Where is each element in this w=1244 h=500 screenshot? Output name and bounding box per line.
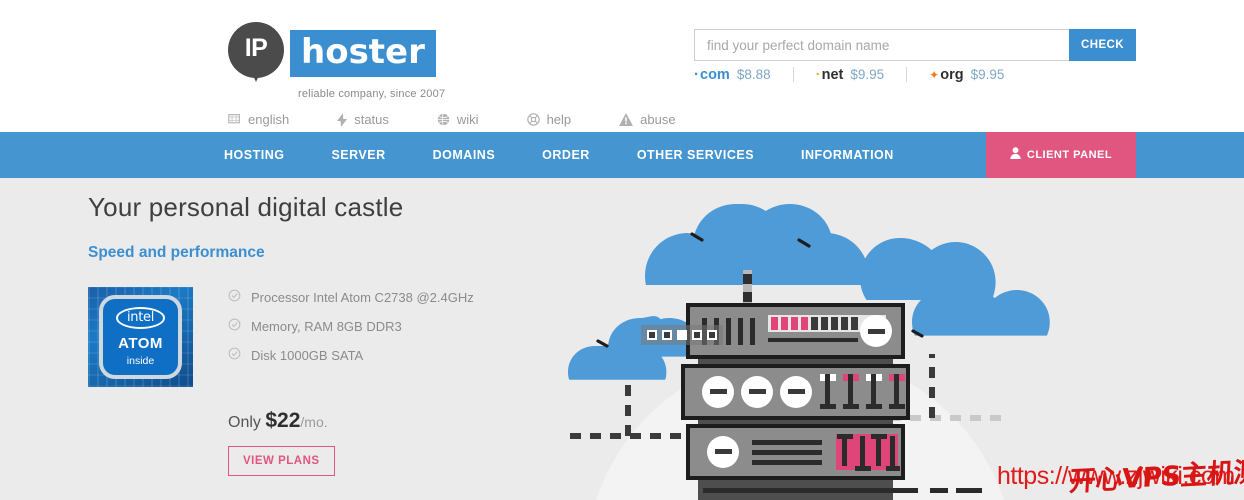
logo-row: IP hoster [228,22,528,84]
hero-subtitle: Speed and performance [88,244,265,261]
carousel-dot-1[interactable] [647,330,657,340]
client-panel-label: CLIENT PANEL [1026,149,1113,161]
price-amount: $22 [265,409,301,432]
toplink-label: english [248,112,290,127]
toplink-wiki[interactable]: wiki [437,112,479,127]
tld-price: $8.88 [736,67,771,82]
nav-item-other-services[interactable]: OTHER SERVICES [637,148,754,162]
tld-price-list: · com $8.88 · net $9.95 ✦ org $9.95 [694,66,1004,83]
logo-tagline: reliable company, since 2007 [298,88,446,100]
feature-item: Processor Intel Atom C2738 @2.4GHz [228,289,474,305]
client-panel-button[interactable]: CLIENT PANEL [986,132,1136,178]
feature-list: Processor Intel Atom C2738 @2.4GHz Memor… [228,287,474,387]
nav-item-server[interactable]: SERVER [331,148,385,162]
main-navigation: HOSTING SERVER DOMAINS ORDER OTHER SERVI… [0,132,1244,178]
toplink-label: help [546,112,572,127]
domain-search: CHECK [694,29,1136,61]
hero-banner: Your personal digital castle Speed and p… [0,178,1244,500]
toplink-help[interactable]: help [526,112,572,127]
tld-dot: ✦ [929,67,940,82]
tld-dot: · [815,66,821,83]
intel-logo-text: intel [115,307,166,329]
carousel-dot-2[interactable] [662,330,672,340]
toplink-label: wiki [456,112,479,127]
atom-text: ATOM [118,335,163,352]
watermark: https://www.zjwiki.com 开心VPS主机测评 [997,455,1244,498]
feature-label: Disk 1000GB SATA [251,347,364,363]
price-line: Only $22/mo. [228,409,558,433]
tld-price: $9.95 [970,66,1005,82]
feature-label: Processor Intel Atom C2738 @2.4GHz [251,289,474,305]
site-logo[interactable]: IP hoster reliable company, since 2007 [228,22,528,100]
divider [906,67,908,82]
tld-price-net[interactable]: · net $9.95 [816,66,885,83]
check-circle-icon [228,318,241,334]
toplink-abuse[interactable]: abuse [619,112,676,127]
tld-price-com[interactable]: · com $8.88 [694,66,771,83]
domain-check-button[interactable]: CHECK [1069,29,1136,61]
domain-search-input[interactable] [694,29,1069,61]
feature-item: Memory, RAM 8GB DDR3 [228,318,474,334]
utility-links: english status wiki help abuse [228,112,676,127]
logo-mark-text: IP [244,34,268,62]
price-period: /mo. [300,414,328,430]
carousel-dot-5[interactable] [707,330,717,340]
logo-wordmark: hoster [290,29,436,77]
nav-item-list: HOSTING SERVER DOMAINS ORDER OTHER SERVI… [224,148,941,162]
site-header: IP hoster reliable company, since 2007 e… [0,0,1244,132]
tld-name: com [700,67,730,83]
lightning-icon [337,112,348,127]
warning-triangle-icon [619,113,634,126]
hero-title: Your personal digital castle [88,192,404,222]
server-unit-middle [681,364,910,420]
nav-item-information[interactable]: INFORMATION [801,148,894,162]
carousel-dot-4[interactable] [692,330,702,340]
tld-price-org[interactable]: ✦ org $9.95 [929,67,1004,83]
flag-icon [228,113,241,126]
check-circle-icon [228,347,241,363]
feature-item: Disk 1000GB SATA [228,347,474,363]
tld-dot: · [694,66,699,83]
server-unit-bottom [686,424,905,480]
divider [792,67,794,82]
lifebuoy-icon [526,113,540,126]
toplink-label: abuse [640,112,676,127]
hero-content: Your personal digital castle Speed and p… [88,192,558,476]
price-prefix: Only [228,414,261,431]
tld-price: $9.95 [850,67,885,82]
tld-name: net [821,67,844,83]
page-root: IP hoster reliable company, since 2007 e… [0,0,1244,500]
hero-specs: intel ATOM inside Processor Intel Atom C… [88,287,558,387]
toplink-english[interactable]: english [228,112,289,127]
globe-icon [437,113,450,126]
view-plans-button[interactable]: VIEW PLANS [228,446,335,476]
feature-label: Memory, RAM 8GB DDR3 [251,318,402,334]
carousel-indicators [641,325,723,345]
user-icon [1010,146,1021,164]
inside-text: inside [126,355,155,367]
nav-item-order[interactable]: ORDER [542,148,590,162]
carousel-dot-3[interactable] [677,330,687,340]
check-circle-icon [228,289,241,305]
server-cloud-illustration [540,178,1060,500]
nav-item-hosting[interactable]: HOSTING [224,148,284,162]
tld-name: org [940,66,964,83]
nav-item-domains[interactable]: DOMAINS [433,148,496,162]
intel-atom-badge: intel ATOM inside [88,287,193,387]
toplink-label: status [354,112,389,127]
toplink-status[interactable]: status [337,112,389,127]
map-pin-icon: IP [228,22,284,84]
